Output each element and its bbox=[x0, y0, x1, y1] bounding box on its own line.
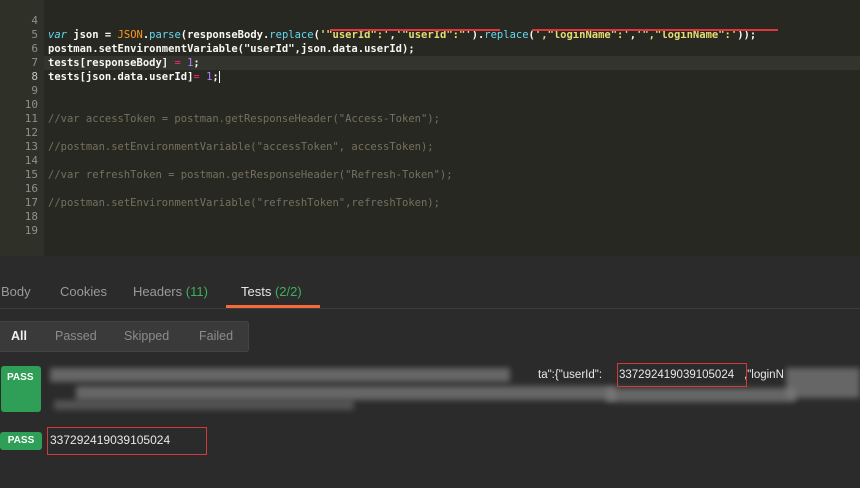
tab-tests[interactable]: Tests (2/2) bbox=[241, 274, 302, 308]
tests-count: (2/2) bbox=[274, 284, 302, 299]
code-line-17[interactable]: //postman.setEnvironmentVariable("refres… bbox=[48, 196, 860, 210]
active-tab-indicator bbox=[226, 305, 320, 308]
response-tab-bar: Body Cookies Headers (11) Tests (2/2) bbox=[0, 274, 860, 309]
text-cursor bbox=[218, 71, 220, 83]
filter-failed[interactable]: Failed bbox=[199, 322, 233, 351]
tab-cookies[interactable]: Cookies bbox=[60, 274, 107, 308]
annotation-underline-userid bbox=[330, 29, 500, 31]
code-line-4[interactable] bbox=[48, 14, 860, 28]
headers-count: (11) bbox=[185, 284, 208, 299]
pass-badge: PASS bbox=[0, 432, 42, 450]
line-number-gutter: 4 5 6 7 8 9 10 11 12 13 14 15 16 17 18 1… bbox=[0, 0, 44, 256]
line-number: 17 bbox=[24, 196, 38, 209]
code-line-18[interactable] bbox=[48, 210, 860, 224]
line-number: 4 bbox=[31, 14, 38, 27]
annotation-box-userid-2 bbox=[47, 427, 207, 455]
code-area[interactable]: var json = JSON.parse(responseBody.repla… bbox=[48, 14, 860, 238]
pass-badge: PASS bbox=[1, 366, 41, 412]
line-number: 18 bbox=[24, 210, 38, 223]
code-line-10[interactable] bbox=[48, 98, 860, 112]
code-line-7[interactable]: tests[responseBody] = 1; bbox=[48, 56, 860, 70]
code-line-15[interactable]: //var refreshToken = postman.getResponse… bbox=[48, 168, 860, 182]
line-number: 14 bbox=[24, 154, 38, 167]
code-line-9[interactable] bbox=[48, 84, 860, 98]
line-number-active: 8 bbox=[31, 70, 38, 83]
line-number: 15 bbox=[24, 168, 38, 181]
test-filter-bar: All Passed Skipped Failed bbox=[0, 321, 249, 352]
result-response-suffix: ,"loginN bbox=[744, 369, 784, 381]
filter-passed[interactable]: Passed bbox=[55, 322, 97, 351]
code-line-12[interactable] bbox=[48, 126, 860, 140]
annotation-box-userid-1 bbox=[617, 363, 747, 387]
code-line-6[interactable]: postman.setEnvironmentVariable("userId",… bbox=[48, 42, 860, 56]
line-number: 7 bbox=[31, 56, 38, 69]
code-line-13[interactable]: //postman.setEnvironmentVariable("access… bbox=[48, 140, 860, 154]
line-number: 11 bbox=[24, 112, 38, 125]
tab-body[interactable]: Body bbox=[1, 274, 31, 308]
line-number: 12 bbox=[24, 126, 38, 139]
code-line-14[interactable] bbox=[48, 154, 860, 168]
tab-headers[interactable]: Headers (11) bbox=[133, 274, 208, 308]
code-line-11[interactable]: //var accessToken = postman.getResponseH… bbox=[48, 112, 860, 126]
line-number: 19 bbox=[24, 224, 38, 237]
annotation-underline-loginname bbox=[532, 29, 778, 31]
line-number: 16 bbox=[24, 182, 38, 195]
line-number: 10 bbox=[24, 98, 38, 111]
code-line-16[interactable] bbox=[48, 182, 860, 196]
line-number: 9 bbox=[31, 84, 38, 97]
filter-skipped[interactable]: Skipped bbox=[124, 322, 169, 351]
line-number: 13 bbox=[24, 140, 38, 153]
test-script-editor[interactable]: 4 5 6 7 8 9 10 11 12 13 14 15 16 17 18 1… bbox=[0, 0, 860, 256]
line-number: 6 bbox=[31, 42, 38, 55]
code-line-19[interactable] bbox=[48, 224, 860, 238]
filter-all[interactable]: All bbox=[11, 322, 27, 351]
line-number: 5 bbox=[31, 28, 38, 41]
result-response-prefix: ta":{"userId": bbox=[538, 369, 603, 381]
code-line-8[interactable]: tests[json.data.userId]= 1; bbox=[48, 70, 860, 84]
